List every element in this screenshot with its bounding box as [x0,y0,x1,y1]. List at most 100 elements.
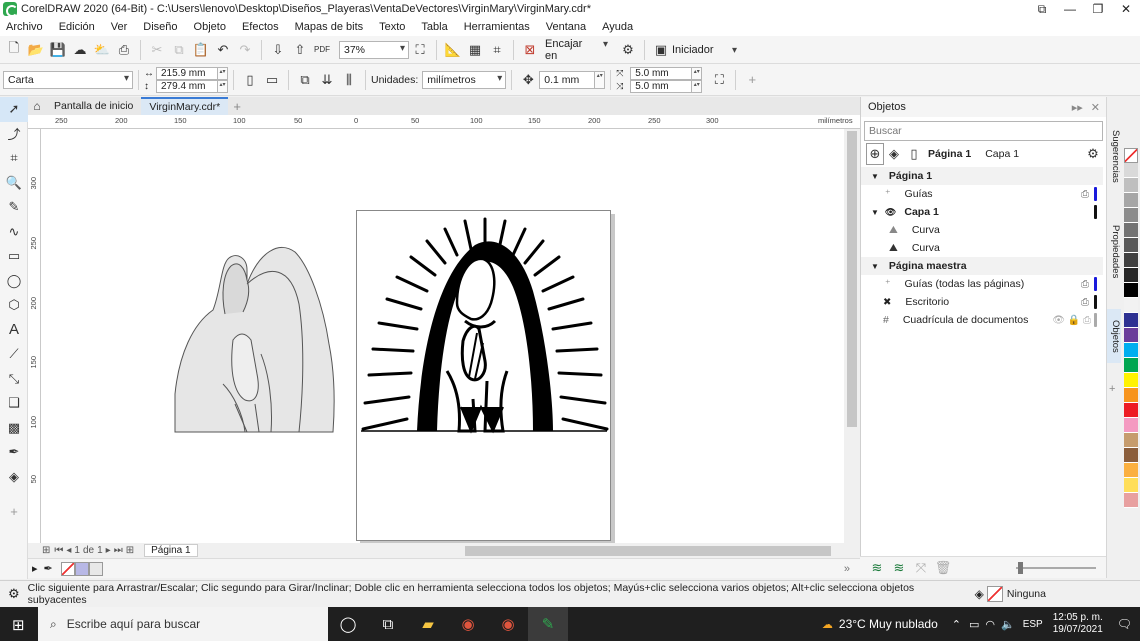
visibility-lock-print-icons[interactable]: 👁 🔒 ⎙ [1052,315,1091,326]
color-swatch[interactable] [1124,238,1138,253]
full-screen-icon[interactable]: ⛶ [409,39,431,61]
align-page-icon[interactable]: ⫼ [338,69,360,91]
snap-off-icon[interactable]: ⊠ [519,39,541,61]
drop-shadow-icon[interactable]: ❑ [0,391,28,416]
tray-arrow-icon[interactable]: ⌃ [952,618,961,631]
undo-icon[interactable]: ↶ [212,39,234,61]
parallel-dimension-icon[interactable]: ⟋ [0,342,28,367]
windows-start-icon[interactable]: ⊞ [12,616,25,634]
add-page-before-icon[interactable]: ⊞ [42,545,50,556]
print-icon[interactable]: ⎙ [113,39,135,61]
color-swatch[interactable] [1124,178,1138,193]
artistic-media-icon[interactable]: ∿ [0,220,28,245]
menu-diseno[interactable]: Diseño [143,21,177,33]
grid-icon[interactable]: ▦ [464,39,486,61]
tab-home[interactable]: Pantalla de inicio [46,97,141,115]
layer-view-icon[interactable]: ⊕ [866,143,884,165]
menu-edicion[interactable]: Edición [59,21,95,33]
menu-mapas-de-bits[interactable]: Mapas de bits [295,21,363,33]
virgin-mary-artwork[interactable] [357,211,612,542]
network-icon[interactable]: ▭ [969,618,979,631]
next-page-icon[interactable]: ▸ [106,545,111,556]
duplicate-x-input[interactable]: 5.0 mm [630,66,693,80]
menu-ver[interactable]: Ver [111,21,128,33]
tree-page1[interactable]: ▼ Página 1 [861,167,1103,185]
page-height-spinner[interactable]: ▴▾ [218,79,228,93]
color-swatch[interactable] [1124,208,1138,223]
chrome-icon[interactable]: ◉ [448,607,488,641]
color-swatch[interactable] [1124,193,1138,208]
current-page-icon[interactable]: ⇊ [316,69,338,91]
file-explorer-icon[interactable]: ▰ [408,607,448,641]
rectangle-tool-icon[interactable]: ▭ [0,244,28,269]
menu-archivo[interactable]: Archivo [6,21,43,33]
landscape-icon[interactable]: ▭ [261,69,283,91]
vertical-scroll-thumb[interactable] [847,131,857,427]
zoom-level-select[interactable]: 37% [339,40,409,59]
add-page-after-icon[interactable]: ⊞ [126,545,134,556]
color-swatch[interactable] [1124,343,1138,358]
cortana-icon[interactable]: ◯ [328,607,368,641]
tab-propiedades[interactable]: Propiedades [1107,215,1121,289]
outline-none-swatch[interactable] [986,585,1003,602]
color-swatch[interactable] [1124,298,1138,313]
tab-objetos[interactable]: Objetos [1107,309,1121,363]
chrome-profile-icon[interactable]: ◉ [488,607,528,641]
first-page-icon[interactable]: ⏮ [54,545,63,556]
crop-tool-icon[interactable]: ⌗ [0,146,28,171]
virgin-mary-outline-drawing[interactable] [173,244,338,436]
freehand-tool-icon[interactable]: ✎ [0,195,28,220]
color-swatch[interactable] [1124,448,1138,463]
ellipse-tool-icon[interactable]: ◯ [0,269,28,294]
shape-tool-icon[interactable]: ⤴ [0,122,28,147]
drawing-canvas[interactable] [41,129,844,543]
page-width-input[interactable]: 215.9 mm [156,66,218,80]
tree-curve-1[interactable]: ⛰ Curva [861,221,1103,239]
paste-icon[interactable]: 📋 [190,39,212,61]
pdf-icon[interactable]: PDF [311,39,333,61]
options-gear-icon[interactable]: ⚙ [617,39,639,61]
cut-icon[interactable]: ✂ [146,39,168,61]
horizontal-ruler[interactable]: 250 200 150 100 50 0 50 100 150 200 250 … [28,115,860,129]
color-swatch[interactable] [1124,403,1138,418]
tab-virginmary[interactable]: VirginMary.cdr* [141,97,229,115]
color-swatch[interactable] [1124,433,1138,448]
polygon-tool-icon[interactable]: ⬡ [0,293,28,318]
palette-arrow-icon[interactable]: ▸ [32,562,38,575]
vertical-ruler[interactable]: 300 250 200 150 100 50 [28,129,41,543]
page-height-input[interactable]: 279.4 mm [156,79,218,93]
palette-swatch-lavender[interactable] [74,561,89,576]
collapse-arrow-icon[interactable]: ▼ [871,262,879,271]
horizontal-scroll-thumb[interactable] [465,546,831,556]
redo-icon[interactable]: ↷ [234,39,256,61]
taskbar-search[interactable]: ⌕ Escribe aquí para buscar [38,607,328,641]
color-swatch[interactable] [1124,358,1138,373]
docker-options-gear-icon[interactable]: ⚙ [1082,143,1104,165]
paper-size-select[interactable]: Carta [3,70,133,89]
tree-layer1[interactable]: ▼ 👁 Capa 1 [861,203,1103,221]
launcher-icon[interactable]: ▣ [650,39,672,61]
color-swatch[interactable] [1124,313,1138,328]
eyedropper-icon[interactable]: ✒ [0,440,28,465]
color-swatch[interactable] [1124,388,1138,403]
print-lock-icon[interactable]: ⎙ [1081,297,1089,308]
menu-ayuda[interactable]: Ayuda [602,21,633,33]
color-swatch[interactable] [1124,418,1138,433]
duplicate-x-spinner[interactable]: ▴▾ [692,66,703,80]
palette-scroll-icon[interactable]: » [844,563,850,575]
layers-icon[interactable]: ◈ [884,143,904,165]
units-select[interactable]: milímetros [422,70,507,89]
no-color-swatch[interactable] [60,561,75,576]
transparency-icon[interactable]: ▩ [0,416,28,441]
color-swatch[interactable] [1124,163,1138,178]
page-tab-1[interactable]: Página 1 [144,544,198,557]
weather-text[interactable]: 23°C Muy nublado [839,617,938,631]
duplicate-y-input[interactable]: 5.0 mm [630,79,693,93]
export-icon[interactable]: ⇧ [289,39,311,61]
color-swatch[interactable] [1124,268,1138,283]
eyedropper-small-icon[interactable]: ✒ [44,562,53,575]
crumb-layer[interactable]: Capa 1 [985,148,1019,160]
connector-tool-icon[interactable]: ⤡ [0,367,28,392]
color-swatch[interactable] [1124,373,1138,388]
docker-expand-icon[interactable]: ▸▸ [1072,101,1083,114]
